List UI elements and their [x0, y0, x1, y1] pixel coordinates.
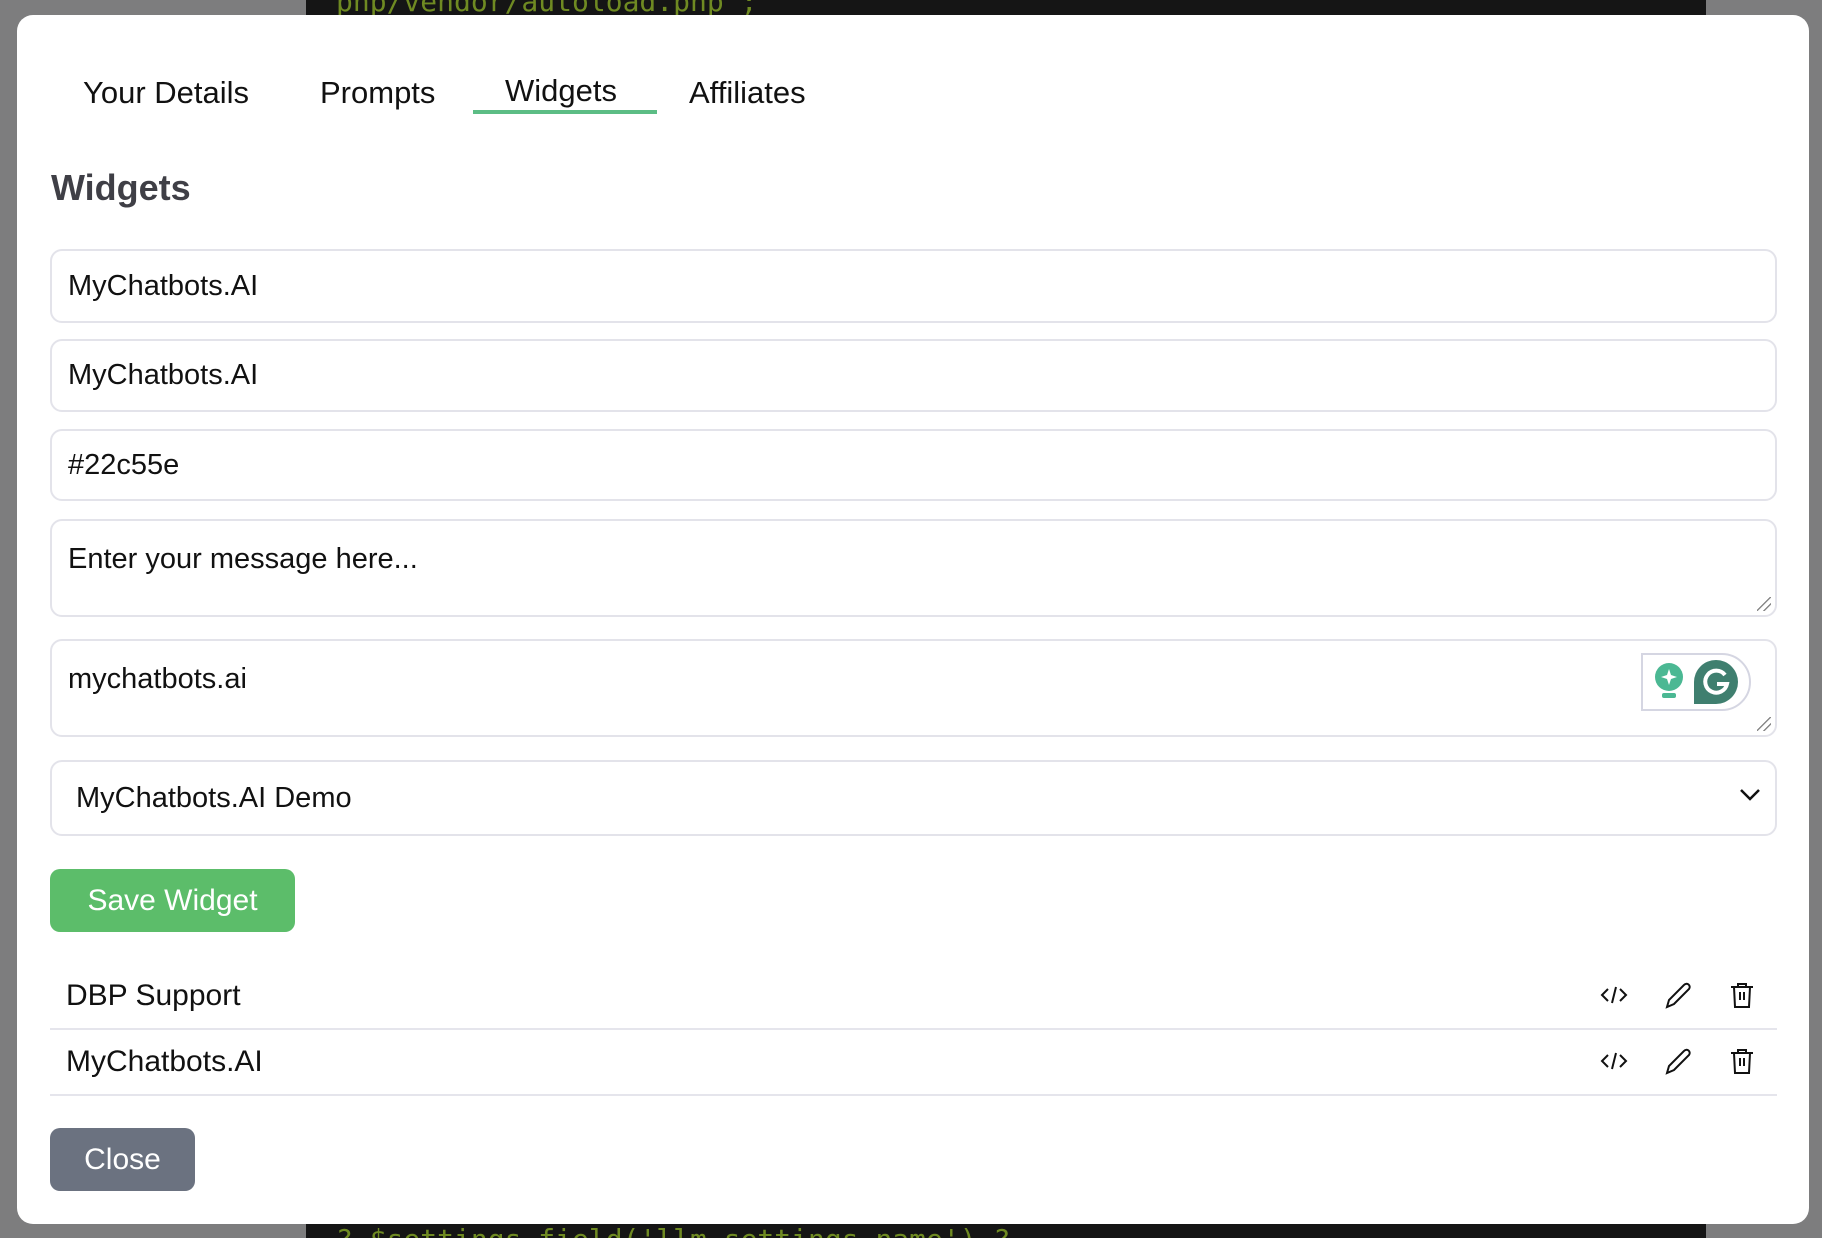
- embed-code-icon[interactable]: [1599, 1046, 1629, 1076]
- active-tab-indicator: [473, 110, 657, 114]
- widget-title-value: MyChatbots.AI: [68, 359, 259, 391]
- trash-icon[interactable]: [1727, 980, 1757, 1010]
- resize-handle[interactable]: [1757, 597, 1771, 611]
- grammarly-widget[interactable]: [1641, 653, 1751, 711]
- page-title: Widgets: [51, 167, 191, 208]
- widget-name: MyChatbots.AI: [66, 1045, 263, 1078]
- save-widget-button[interactable]: Save Widget: [50, 869, 295, 932]
- widget-title-input[interactable]: MyChatbots.AI: [50, 339, 1777, 412]
- chevron-down-icon: [1740, 789, 1760, 801]
- widget-name: DBP Support: [66, 979, 241, 1012]
- widget-list-item: MyChatbots.AI: [50, 1030, 1777, 1096]
- tab-widgets[interactable]: Widgets: [505, 73, 617, 109]
- lightbulb-icon: [1655, 663, 1683, 698]
- widget-color-input[interactable]: #22c55e: [50, 429, 1777, 501]
- resize-handle[interactable]: [1757, 717, 1771, 731]
- widget-list-item: DBP Support: [50, 964, 1777, 1030]
- widget-name-input[interactable]: MyChatbots.AI: [50, 249, 1777, 323]
- chatbot-select[interactable]: MyChatbots.AI Demo: [50, 760, 1777, 836]
- close-button[interactable]: Close: [50, 1128, 195, 1191]
- widget-name-value: MyChatbots.AI: [68, 269, 259, 302]
- allowed-domain-textarea[interactable]: mychatbots.ai: [50, 639, 1777, 737]
- edit-pencil-icon[interactable]: [1663, 980, 1693, 1010]
- widget-color-value: #22c55e: [68, 448, 180, 481]
- settings-modal: Your Details Prompts Widgets Affiliates …: [17, 15, 1809, 1224]
- tab-affiliates[interactable]: Affiliates: [689, 75, 806, 111]
- embed-code-icon[interactable]: [1599, 980, 1629, 1010]
- edit-pencil-icon[interactable]: [1663, 1046, 1693, 1076]
- welcome-message-textarea[interactable]: Enter your message here...: [50, 519, 1777, 617]
- tab-prompts[interactable]: Prompts: [320, 75, 435, 111]
- background-code-editor: php/vendor/autoload.php';: [306, 0, 1706, 16]
- trash-icon[interactable]: [1727, 1046, 1757, 1076]
- tab-your-details[interactable]: Your Details: [83, 75, 249, 111]
- chatbot-select-value: MyChatbots.AI Demo: [76, 781, 352, 814]
- domain-value: mychatbots.ai: [68, 663, 247, 695]
- message-placeholder: Enter your message here...: [68, 543, 418, 575]
- grammarly-icon: [1694, 660, 1738, 704]
